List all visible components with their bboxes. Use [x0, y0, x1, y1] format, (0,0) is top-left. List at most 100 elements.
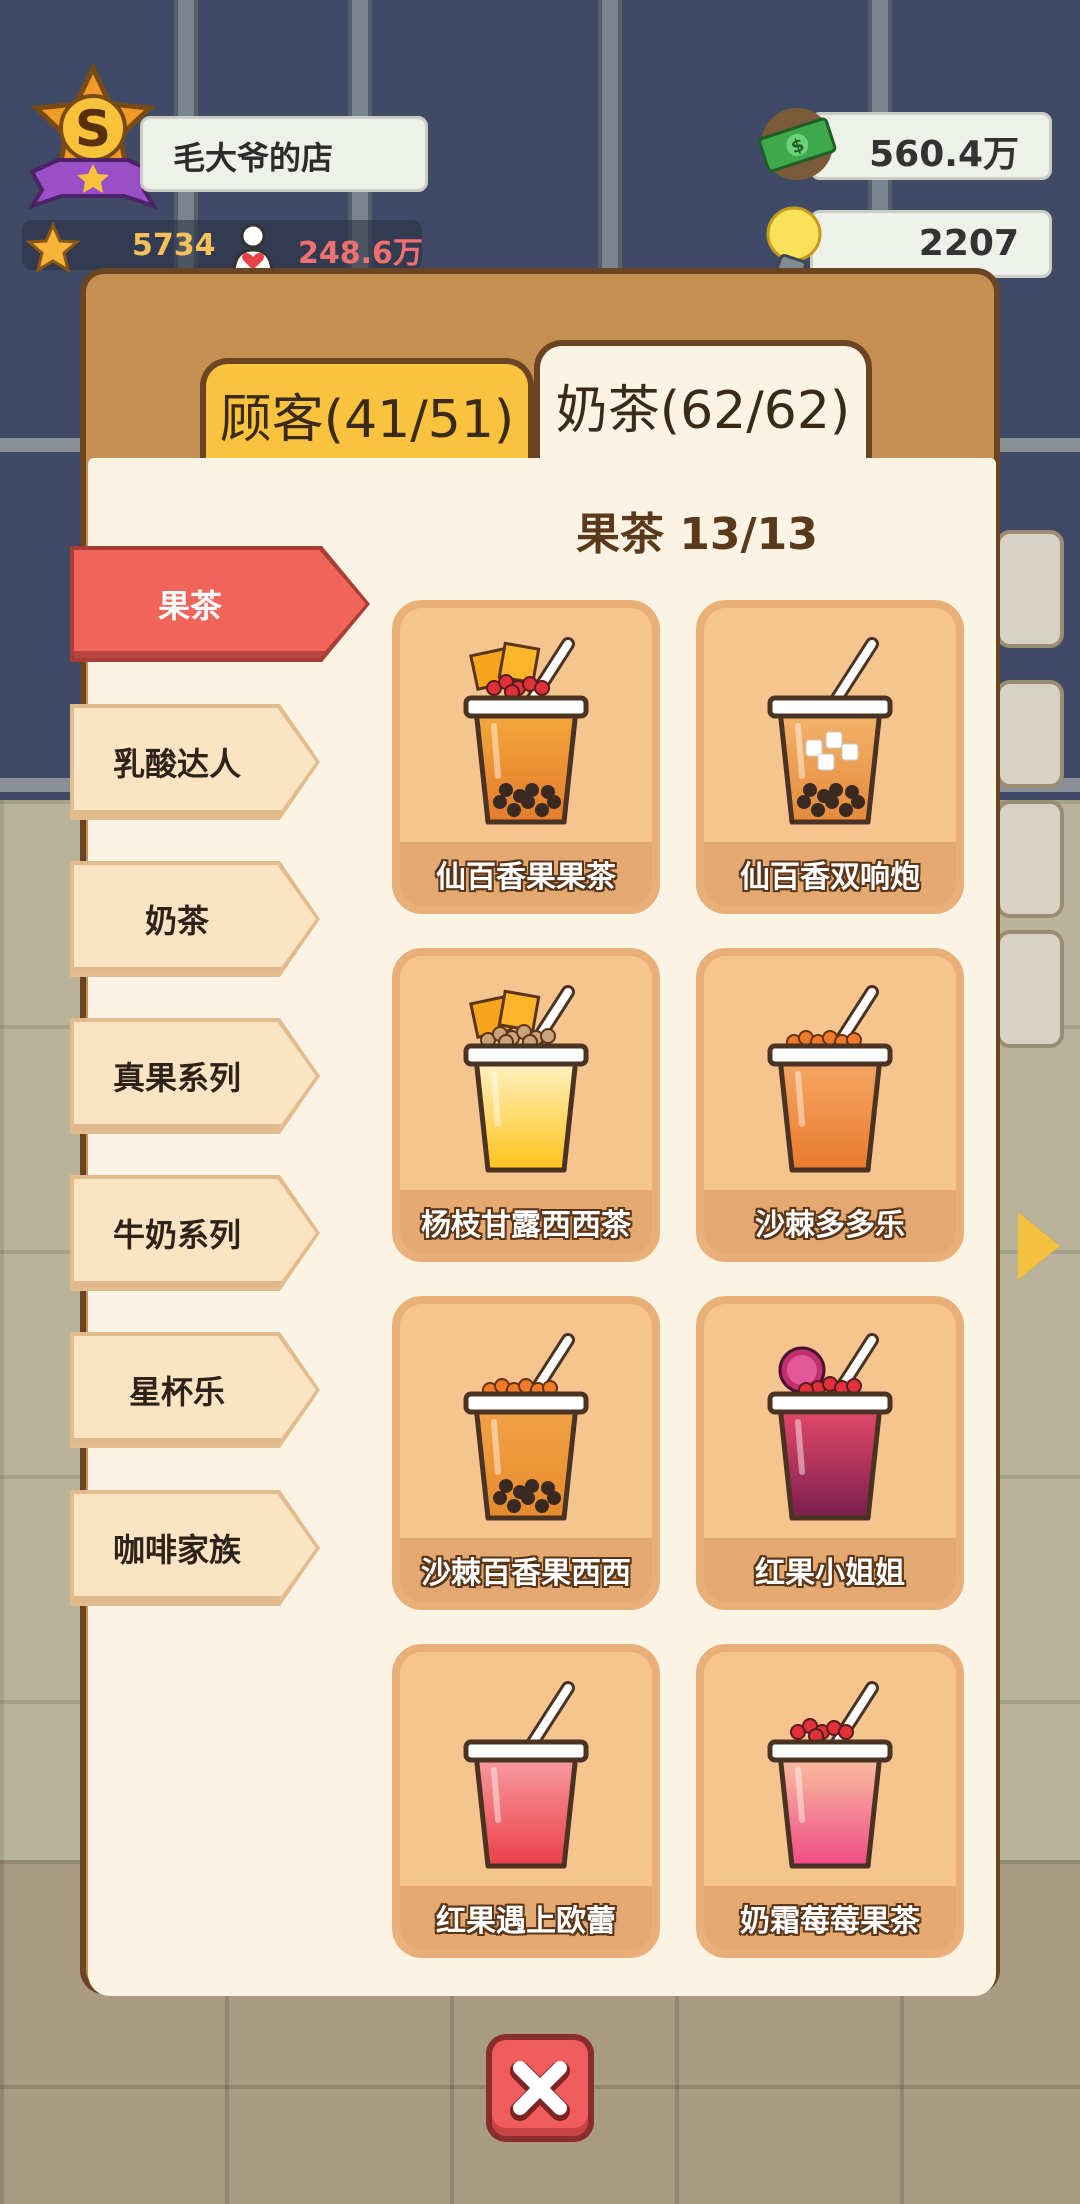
drink-cup-icon [767, 1333, 893, 1521]
ice-cube [841, 743, 859, 761]
cup-highlight [491, 1071, 501, 1127]
cup-highlight [795, 1767, 805, 1823]
drink-cup-icon [463, 637, 589, 825]
drink-cup-icon [463, 1681, 589, 1869]
settings-side-button[interactable] [996, 530, 1064, 648]
tapioca-pearl [797, 795, 811, 809]
cup-lid [767, 1739, 893, 1763]
drink-cup-icon [767, 985, 893, 1173]
tapioca-pearl [513, 789, 527, 803]
tapioca-pearl [493, 795, 507, 809]
cup-body [777, 1403, 883, 1521]
tapioca-pearl [541, 1481, 555, 1495]
cup-lid [463, 1739, 589, 1763]
tapioca-pearl [513, 1485, 527, 1499]
drink-card[interactable]: 仙百香双响炮 [696, 600, 964, 914]
right-arrow-icon[interactable] [1018, 1212, 1060, 1280]
close-button[interactable] [486, 2034, 594, 2142]
tapioca-pearl [845, 785, 859, 799]
drink-card[interactable]: 沙棘多多乐 [696, 948, 964, 1262]
cup-lid [767, 695, 893, 719]
tapioca-pearl [493, 1491, 507, 1505]
drink-card[interactable]: 杨枝甘露西西茶 [392, 948, 660, 1262]
drink-cup-icon [463, 1333, 589, 1521]
tapioca-pearl [541, 785, 555, 799]
ice-cube [817, 753, 835, 771]
money-value: 560.4万 [869, 134, 1019, 175]
tab-milk-tea[interactable]: 奶茶(62/62) [534, 340, 872, 474]
category-lactic[interactable]: 乳酸达人 [74, 708, 316, 816]
rank-badge-icon: S [28, 64, 158, 210]
handbook-side-button[interactable] [996, 930, 1064, 1048]
category-star-cup[interactable]: 星杯乐 [74, 1336, 316, 1444]
cup-lid [463, 1391, 589, 1415]
stars-value: 5734 [132, 228, 216, 263]
ice-cube [825, 731, 843, 749]
drink-card[interactable]: 红果遇上欧蕾 [392, 1644, 660, 1958]
cup-highlight [795, 1419, 805, 1475]
drink-name: 奶霜莓莓果茶 [740, 1904, 920, 1939]
cup-lid [767, 1043, 893, 1067]
close-icon [510, 2061, 570, 2121]
drink-name: 红果遇上欧蕾 [436, 1904, 616, 1939]
category-real-fruit[interactable]: 真果系列 [74, 1022, 316, 1130]
cup-lid [463, 695, 589, 719]
tapioca-pearl [839, 803, 853, 817]
cup-body [777, 1055, 883, 1173]
drink-card[interactable]: 仙百香果果茶 [392, 600, 660, 914]
money-box[interactable]: 560.4万 [810, 112, 1052, 180]
category-milk-tea[interactable]: 奶茶 [74, 865, 316, 973]
berry-topping [534, 680, 550, 696]
ideas-value: 2207 [918, 223, 1019, 264]
rank-letter: S [75, 100, 111, 158]
star-icon [26, 222, 80, 274]
ranking-side-button[interactable] [996, 680, 1064, 788]
drink-name: 仙百香果果茶 [436, 860, 616, 895]
drink-card[interactable]: 沙棘百香果西西 [392, 1296, 660, 1610]
cup-highlight [491, 1767, 501, 1823]
category-milk-series[interactable]: 牛奶系列 [74, 1179, 316, 1287]
fans-value: 248.6万 [298, 236, 423, 271]
berry-topping [838, 1724, 854, 1740]
cup-body [473, 1751, 579, 1869]
cup-highlight [795, 1071, 805, 1127]
tapioca-pearl [535, 1499, 549, 1513]
news-side-button[interactable] [996, 800, 1064, 918]
tab-customers[interactable]: 顾客(41/51) [200, 358, 534, 474]
tapioca-pearl [829, 783, 843, 797]
drink-card[interactable]: 奶霜莓莓果茶 [696, 1644, 964, 1958]
drink-cup-icon [767, 637, 893, 825]
tapioca-pearl [499, 1479, 513, 1493]
tapioca-pearl [525, 783, 539, 797]
drink-cup-icon [767, 1681, 893, 1869]
cup-highlight [795, 723, 805, 779]
sago-topping [540, 1028, 556, 1044]
straw [528, 1684, 572, 1748]
cup-lid [463, 1043, 589, 1067]
straw [832, 640, 876, 704]
cup-highlight [491, 1419, 501, 1475]
ice-cube [805, 739, 823, 757]
category-fruit-tea[interactable]: 果茶 [74, 550, 366, 658]
category-coffee[interactable]: 咖啡家族 [74, 1494, 316, 1602]
drink-name: 杨枝甘露西西茶 [421, 1208, 631, 1243]
cup-body [473, 1055, 579, 1173]
shop-name-box[interactable]: 毛大爷的店 [140, 116, 428, 192]
mango-topping [497, 989, 541, 1033]
tapioca-pearl [525, 1479, 539, 1493]
drink-name: 沙棘多多乐 [755, 1208, 905, 1243]
tapioca-pearl [803, 783, 817, 797]
drink-name: 仙百香双响炮 [740, 860, 920, 895]
drink-name: 沙棘百香果西西 [421, 1556, 631, 1591]
drink-card[interactable]: 红果小姐姐 [696, 1296, 964, 1610]
cup-lid [767, 1391, 893, 1415]
drink-cup-icon [463, 985, 589, 1173]
tapioca-pearl [811, 803, 825, 817]
cup-highlight [491, 723, 501, 779]
drink-name: 红果小姐姐 [755, 1556, 905, 1591]
tapioca-pearl [535, 803, 549, 817]
category-title: 果茶 13/13 [576, 509, 818, 560]
money-icon: $ [758, 108, 837, 180]
tapioca-pearl [507, 803, 521, 817]
shop-name: 毛大爷的店 [173, 139, 334, 177]
